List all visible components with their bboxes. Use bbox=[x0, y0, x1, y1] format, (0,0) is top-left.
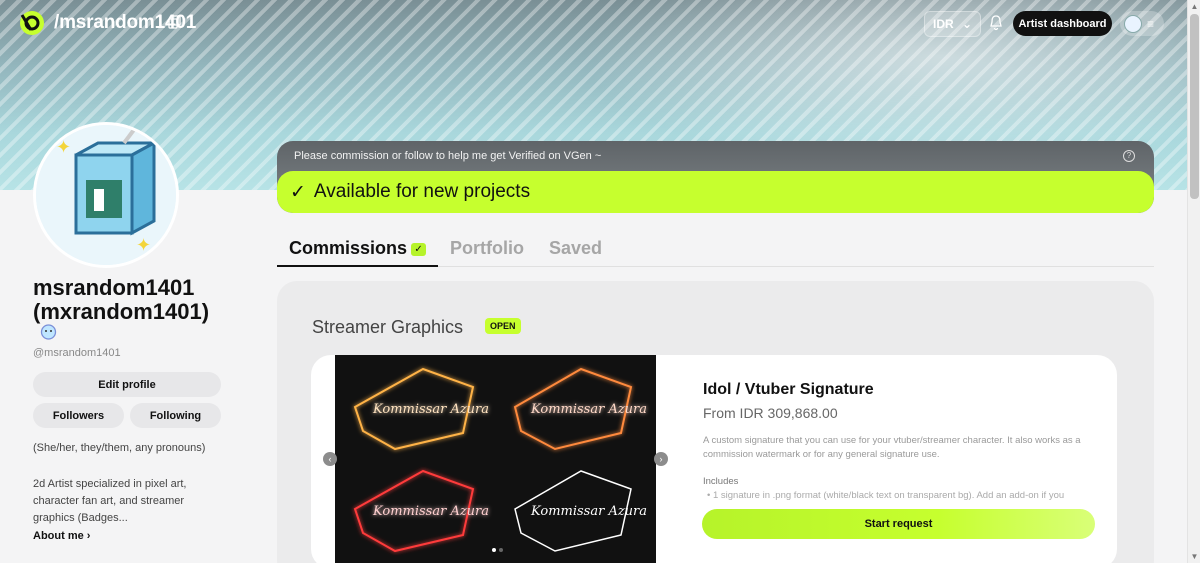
svg-text:Kommissar Azura: Kommissar Azura bbox=[372, 504, 489, 519]
profile-username: @msrandom1401 bbox=[33, 347, 121, 359]
status-badge: OPEN bbox=[485, 318, 521, 334]
verification-message: Please commission or follow to help me g… bbox=[294, 150, 602, 162]
offer-price: From IDR 309,868.00 bbox=[703, 405, 838, 421]
profile-avatar: ✦ ✦ bbox=[33, 122, 179, 268]
chevron-down-icon: ⌄ bbox=[961, 17, 972, 31]
section-title: Streamer Graphics bbox=[312, 317, 464, 337]
signature-panel-4: Kommissar Azura bbox=[514, 470, 647, 552]
following-button[interactable]: Following bbox=[130, 403, 221, 428]
svg-text:✦: ✦ bbox=[136, 235, 151, 255]
offer-description: A custom signature that you can use for … bbox=[703, 435, 1081, 460]
signature-gallery-image: Kommissar Azura Kommissar Azura Kommissa… bbox=[353, 367, 647, 553]
svg-text:Kommissar Azura: Kommissar Azura bbox=[530, 504, 647, 519]
about-me-link[interactable]: About me › bbox=[33, 530, 90, 542]
page-scrollbar[interactable]: ▲ ▼ bbox=[1187, 0, 1200, 563]
offer-title[interactable]: Idol / Vtuber Signature bbox=[703, 381, 874, 399]
top-navigation: /msrandom1401 IDR ⌄ Artist dashboard ≡ bbox=[0, 0, 1187, 46]
scroll-down-arrow-icon[interactable]: ▼ bbox=[1190, 552, 1199, 561]
svg-text:Kommissar Azura: Kommissar Azura bbox=[530, 402, 647, 417]
verified-check-icon: ✓ bbox=[411, 243, 427, 256]
help-icon[interactable]: ? bbox=[1123, 150, 1135, 162]
carousel-dot-1[interactable] bbox=[492, 548, 496, 552]
checkmark-icon: ✓ bbox=[290, 181, 306, 203]
signature-panel-3: Kommissar Azura bbox=[353, 469, 489, 553]
artist-dashboard-button[interactable]: Artist dashboard bbox=[1013, 11, 1112, 36]
tab-portfolio[interactable]: Portfolio bbox=[450, 238, 524, 259]
about-me-label: About me bbox=[33, 530, 84, 542]
carousel-dots bbox=[492, 548, 503, 552]
copy-icon[interactable] bbox=[168, 15, 182, 29]
scroll-thumb[interactable] bbox=[1190, 14, 1199, 199]
currency-select[interactable]: IDR ⌄ bbox=[924, 11, 981, 37]
tab-saved[interactable]: Saved bbox=[549, 238, 602, 259]
currency-label: IDR bbox=[933, 17, 954, 31]
chevron-right-icon[interactable]: › bbox=[654, 452, 668, 466]
profile-bio: 2d Artist specialized in pixel art, char… bbox=[33, 478, 187, 524]
tab-commissions[interactable]: Commissions ✓ bbox=[289, 238, 427, 259]
profile-display-name: msrandom1401 (mxrandom1401) bbox=[33, 275, 210, 324]
svg-text:Kommissar Azura: Kommissar Azura bbox=[372, 402, 489, 417]
followers-button[interactable]: Followers bbox=[33, 403, 124, 428]
tab-commissions-label: Commissions bbox=[289, 238, 408, 258]
commissions-panel: Streamer Graphics OPEN Kommissar Azura K… bbox=[277, 281, 1154, 563]
vgen-logo-icon[interactable] bbox=[19, 10, 49, 36]
account-menu-button[interactable]: ≡ bbox=[1120, 11, 1164, 36]
chevron-left-icon[interactable]: ‹ bbox=[323, 452, 337, 466]
availability-status: ✓ Available for new projects bbox=[277, 171, 1154, 213]
commission-gallery[interactable]: Kommissar Azura Kommissar Azura Kommissa… bbox=[335, 355, 656, 563]
commission-card[interactable]: Kommissar Azura Kommissar Azura Kommissa… bbox=[311, 355, 1117, 563]
edit-profile-button[interactable]: Edit profile bbox=[33, 372, 221, 397]
hamburger-menu-icon: ≡ bbox=[1147, 16, 1155, 31]
svg-text:✦: ✦ bbox=[56, 137, 71, 157]
verification-banner: Please commission or follow to help me g… bbox=[277, 141, 1154, 213]
carousel-dot-2[interactable] bbox=[499, 548, 503, 552]
signature-panel-1: Kommissar Azura bbox=[353, 367, 489, 451]
creature-badge-icon bbox=[40, 324, 57, 340]
availability-label: Available for new projects bbox=[313, 181, 531, 202]
signature-panel-2: Kommissar Azura bbox=[513, 367, 647, 451]
active-tab-indicator bbox=[277, 265, 438, 267]
chevron-right-icon: › bbox=[86, 530, 91, 542]
start-request-button[interactable]: Start request bbox=[702, 509, 1095, 539]
scroll-up-arrow-icon[interactable]: ▲ bbox=[1190, 2, 1199, 11]
pixel-juice-box-image: ✦ ✦ bbox=[36, 125, 176, 265]
bell-icon[interactable] bbox=[987, 14, 1005, 32]
profile-pronouns: (She/her, they/them, any pronouns) bbox=[33, 442, 206, 454]
includes-item: • 1 signature in .png format (white/blac… bbox=[707, 490, 1065, 501]
includes-title: Includes bbox=[703, 476, 739, 487]
user-avatar bbox=[1124, 14, 1142, 33]
profile-tabs: Commissions ✓ Portfolio Saved bbox=[277, 235, 1154, 267]
